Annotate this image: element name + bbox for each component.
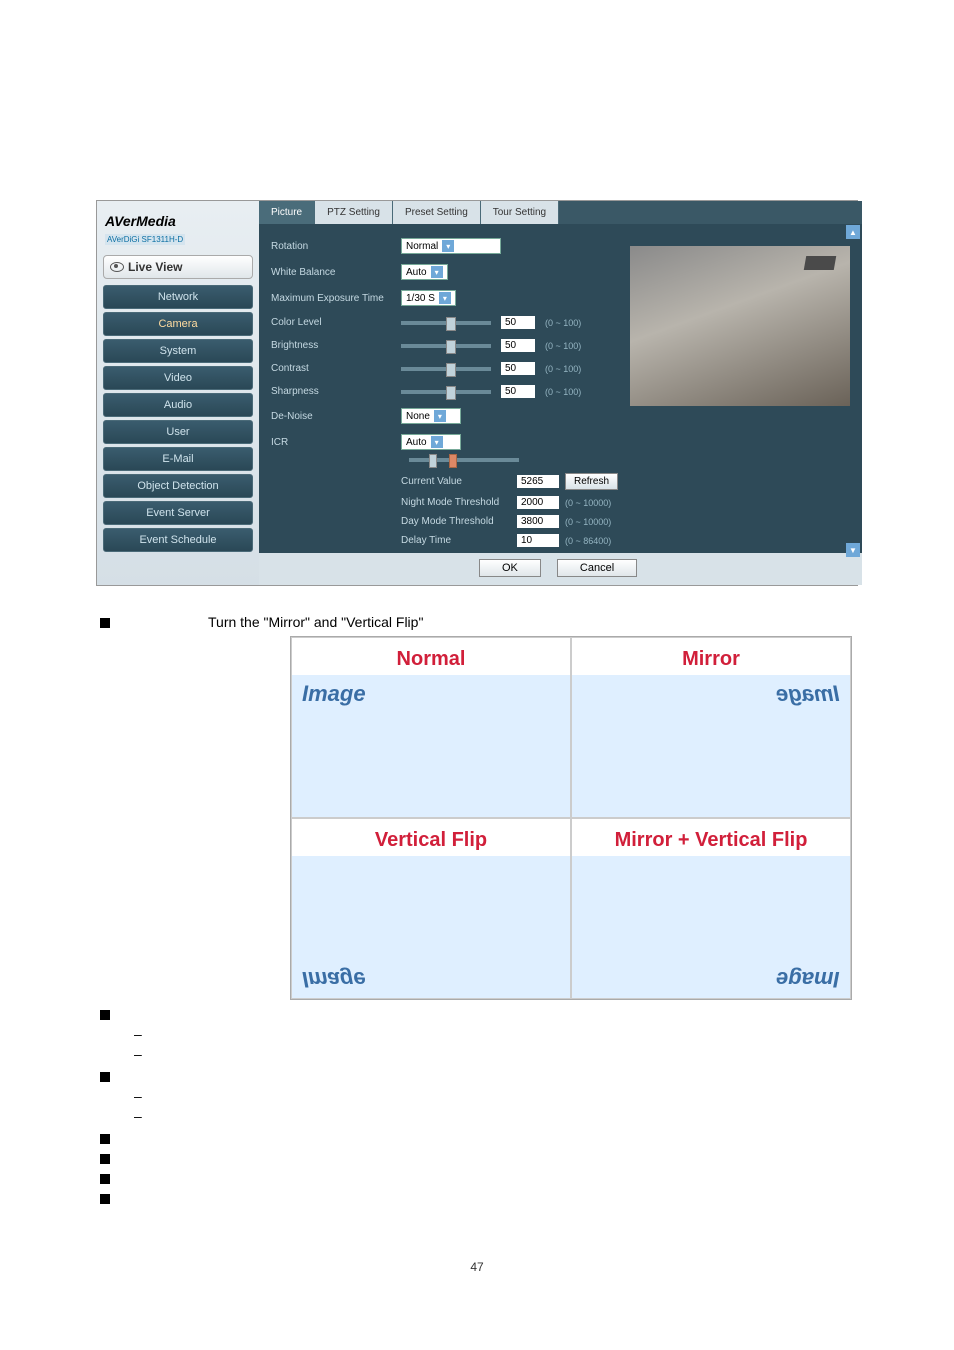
bullet-icon bbox=[100, 618, 110, 628]
sidebar: AVerMedia AVerDiGi SF1311H-D Live View N… bbox=[97, 201, 259, 585]
example-mvflip-heading: Mirror + Vertical Flip bbox=[572, 819, 850, 856]
refresh-button[interactable]: Refresh bbox=[565, 473, 618, 490]
rotation-examples-figure: Normal Image Mirror Image Vertical Flip bbox=[290, 636, 852, 1000]
icr-select[interactable]: Auto ▾ bbox=[401, 434, 461, 450]
tab-preset[interactable]: Preset Setting bbox=[393, 201, 481, 224]
example-vflip-image: Image bbox=[292, 856, 570, 998]
delay-time-label: Delay Time bbox=[401, 535, 511, 546]
sidebar-item-system[interactable]: System bbox=[103, 339, 253, 363]
night-threshold-label: Night Mode Threshold bbox=[401, 497, 511, 508]
scroll-up-icon[interactable]: ▲ bbox=[846, 225, 860, 239]
contrast-range: (0 ~ 100) bbox=[545, 364, 581, 374]
delay-time-field[interactable]: 10 bbox=[517, 534, 559, 547]
chevron-down-icon: ▾ bbox=[442, 240, 454, 252]
sub-bullet bbox=[134, 1108, 874, 1124]
contrast-value[interactable]: 50 bbox=[501, 362, 535, 375]
config-panel: Picture PTZ Setting Preset Setting Tour … bbox=[259, 201, 862, 585]
tab-picture[interactable]: Picture bbox=[259, 201, 315, 224]
bullet-icon bbox=[100, 1134, 110, 1144]
color-level-slider[interactable] bbox=[401, 321, 491, 325]
white-balance-select[interactable]: Auto ▾ bbox=[401, 264, 448, 280]
bullet-icon bbox=[100, 1010, 110, 1020]
sidebar-item-object-detection[interactable]: Object Detection bbox=[103, 474, 253, 498]
camera-settings-screenshot: AVerMedia AVerDiGi SF1311H-D Live View N… bbox=[96, 200, 858, 586]
document-body: Turn the "Mirror" and "Vertical Flip" No… bbox=[40, 596, 914, 1230]
example-mirror-heading: Mirror bbox=[572, 638, 850, 675]
sidebar-item-network[interactable]: Network bbox=[103, 285, 253, 309]
day-threshold-range: (0 ~ 10000) bbox=[565, 517, 611, 527]
bullet-icon bbox=[100, 1174, 110, 1184]
cancel-button[interactable]: Cancel bbox=[557, 559, 637, 577]
rotation-description: Turn the "Mirror" and "Vertical Flip" bbox=[208, 614, 423, 630]
rotation-select[interactable]: Normal ▾ bbox=[401, 238, 501, 254]
max-exposure-label: Maximum Exposure Time bbox=[271, 293, 391, 304]
brightness-label: Brightness bbox=[271, 340, 391, 351]
chevron-down-icon: ▾ bbox=[439, 292, 451, 304]
brightness-slider[interactable] bbox=[401, 344, 491, 348]
brand-sub: AVerDiGi SF1311H-D bbox=[105, 234, 185, 245]
color-level-label: Color Level bbox=[271, 317, 391, 328]
denoise-select[interactable]: None ▾ bbox=[401, 408, 461, 424]
delay-time-range: (0 ~ 86400) bbox=[565, 536, 611, 546]
camera-preview-image bbox=[630, 246, 850, 406]
sidebar-item-event-schedule[interactable]: Event Schedule bbox=[103, 528, 253, 552]
sub-bullet bbox=[134, 1026, 874, 1042]
color-level-range: (0 ~ 100) bbox=[545, 318, 581, 328]
sub-bullet bbox=[134, 1046, 874, 1062]
bullet-icon bbox=[100, 1154, 110, 1164]
night-threshold-field[interactable]: 2000 bbox=[517, 496, 559, 509]
current-value-label: Current Value bbox=[401, 476, 511, 487]
icr-threshold-slider[interactable] bbox=[409, 458, 519, 462]
chevron-down-icon: ▾ bbox=[431, 436, 443, 448]
eye-icon bbox=[110, 262, 124, 272]
contrast-slider[interactable] bbox=[401, 367, 491, 371]
brightness-value[interactable]: 50 bbox=[501, 339, 535, 352]
live-view-label: Live View bbox=[128, 260, 182, 274]
sidebar-item-video[interactable]: Video bbox=[103, 366, 253, 390]
ok-button[interactable]: OK bbox=[479, 559, 541, 577]
sidebar-item-event-server[interactable]: Event Server bbox=[103, 501, 253, 525]
sharpness-range: (0 ~ 100) bbox=[545, 387, 581, 397]
brand-main: AVerMedia bbox=[105, 213, 251, 229]
tab-tour[interactable]: Tour Setting bbox=[481, 201, 559, 224]
tab-bar: Picture PTZ Setting Preset Setting Tour … bbox=[259, 201, 862, 224]
dialog-buttons: OK Cancel bbox=[259, 553, 862, 585]
example-mvflip-image: Image bbox=[572, 856, 850, 998]
sharpness-value[interactable]: 50 bbox=[501, 385, 535, 398]
bullet-icon bbox=[100, 1194, 110, 1204]
chevron-down-icon: ▾ bbox=[434, 410, 446, 422]
night-threshold-range: (0 ~ 10000) bbox=[565, 498, 611, 508]
page-number: 47 bbox=[40, 1230, 914, 1294]
color-level-value[interactable]: 50 bbox=[501, 316, 535, 329]
white-balance-label: White Balance bbox=[271, 267, 391, 278]
brand-logo: AVerMedia AVerDiGi SF1311H-D bbox=[103, 209, 253, 255]
rotation-label: Rotation bbox=[271, 241, 391, 252]
day-threshold-label: Day Mode Threshold bbox=[401, 516, 511, 527]
chevron-down-icon: ▾ bbox=[431, 266, 443, 278]
icr-label: ICR bbox=[271, 437, 391, 448]
sidebar-item-user[interactable]: User bbox=[103, 420, 253, 444]
current-value-field: 5265 bbox=[517, 475, 559, 488]
denoise-label: De-Noise bbox=[271, 411, 391, 422]
day-threshold-field[interactable]: 3800 bbox=[517, 515, 559, 528]
tab-ptz[interactable]: PTZ Setting bbox=[315, 201, 393, 224]
sharpness-slider[interactable] bbox=[401, 390, 491, 394]
sub-bullet bbox=[134, 1088, 874, 1104]
max-exposure-select[interactable]: 1/30 S ▾ bbox=[401, 290, 456, 306]
example-normal-heading: Normal bbox=[292, 638, 570, 675]
example-normal-image: Image bbox=[292, 675, 570, 817]
sharpness-label: Sharpness bbox=[271, 386, 391, 397]
example-vflip-heading: Vertical Flip bbox=[292, 819, 570, 856]
example-mirror-image: Image bbox=[572, 675, 850, 817]
brightness-range: (0 ~ 100) bbox=[545, 341, 581, 351]
sidebar-item-camera[interactable]: Camera bbox=[103, 312, 253, 336]
sidebar-item-audio[interactable]: Audio bbox=[103, 393, 253, 417]
live-view-button[interactable]: Live View bbox=[103, 255, 253, 279]
bullet-icon bbox=[100, 1072, 110, 1082]
contrast-label: Contrast bbox=[271, 363, 391, 374]
scroll-down-icon[interactable]: ▼ bbox=[846, 543, 860, 557]
sidebar-item-email[interactable]: E-Mail bbox=[103, 447, 253, 471]
